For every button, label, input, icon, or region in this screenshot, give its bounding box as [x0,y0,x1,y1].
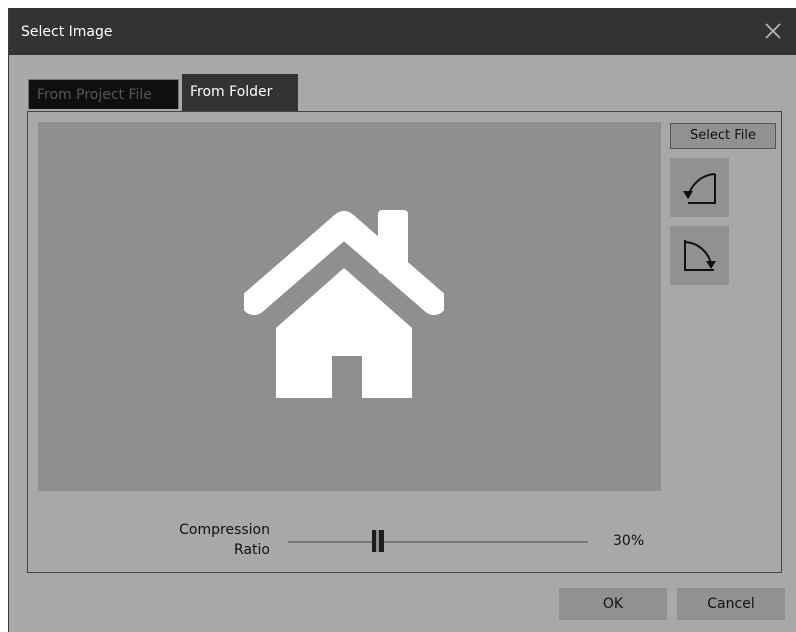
rotate-right-icon [684,240,716,271]
compression-ratio-label: Compression Ratio [179,522,270,558]
rotate-left-icon [683,173,716,204]
compression-value: 30% [613,533,645,549]
title-bar: Select Image [9,8,796,55]
house-icon [244,210,444,398]
tab-from-folder[interactable]: From Folder [182,74,298,111]
select-file-button[interactable]: Select File [670,123,776,149]
tab-from-project-file[interactable]: From Project File [28,79,179,109]
compression-slider-track[interactable] [288,541,588,543]
select-image-dialog: Select Image From Project File From Fold… [8,8,796,632]
image-preview [38,122,661,491]
compression-slider-thumb[interactable] [372,530,384,552]
dialog-title: Select Image [21,24,113,40]
close-icon[interactable] [759,17,787,45]
tab-panel: Select File Compression Ratio 30% [27,111,782,573]
ok-button[interactable]: OK [559,588,667,620]
rotate-left-button[interactable] [670,158,729,217]
cancel-button[interactable]: Cancel [677,588,785,620]
rotate-right-button[interactable] [670,226,729,285]
